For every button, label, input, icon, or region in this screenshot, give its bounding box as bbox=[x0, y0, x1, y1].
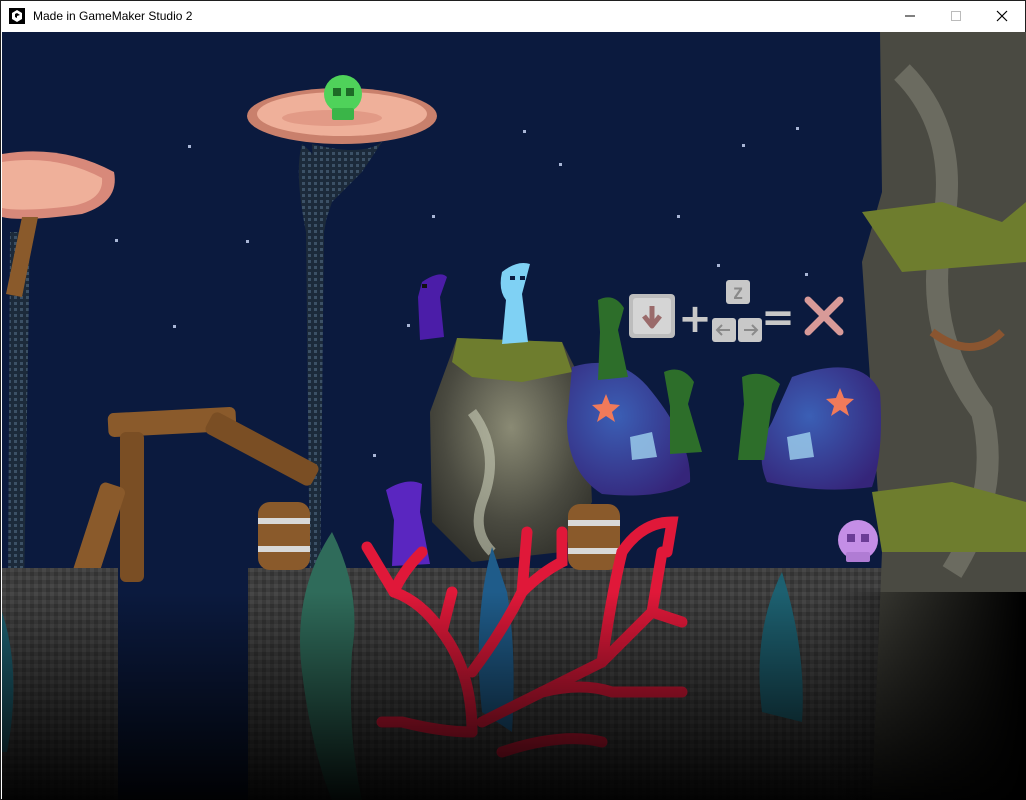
close-button[interactable] bbox=[979, 1, 1025, 31]
minimize-button[interactable] bbox=[887, 1, 933, 31]
maximize-icon bbox=[951, 11, 961, 21]
equals-icon: = bbox=[761, 295, 795, 341]
down-arrow-key-icon bbox=[629, 294, 675, 338]
close-icon bbox=[996, 10, 1008, 22]
barrel-right[interactable] bbox=[568, 504, 620, 570]
game-canvas[interactable]: + Z = bbox=[2, 32, 1026, 800]
gamemaker-icon bbox=[9, 8, 25, 24]
plus-icon: + bbox=[678, 296, 712, 342]
z-key-label: Z bbox=[733, 284, 743, 303]
title-bar[interactable]: Made in GameMaker Studio 2 bbox=[1, 1, 1025, 31]
barrel-left[interactable] bbox=[258, 502, 310, 570]
game-viewport[interactable]: + Z = bbox=[2, 32, 1026, 800]
right-shadow bbox=[822, 592, 1026, 800]
minimize-icon bbox=[905, 15, 915, 17]
game-window: Made in GameMaker Studio 2 + Z = bbox=[0, 0, 1026, 800]
window-title: Made in GameMaker Studio 2 bbox=[33, 9, 193, 23]
mossy-rock bbox=[430, 338, 592, 562]
maximize-button[interactable] bbox=[933, 1, 979, 31]
z-key-icon: Z bbox=[726, 280, 750, 304]
